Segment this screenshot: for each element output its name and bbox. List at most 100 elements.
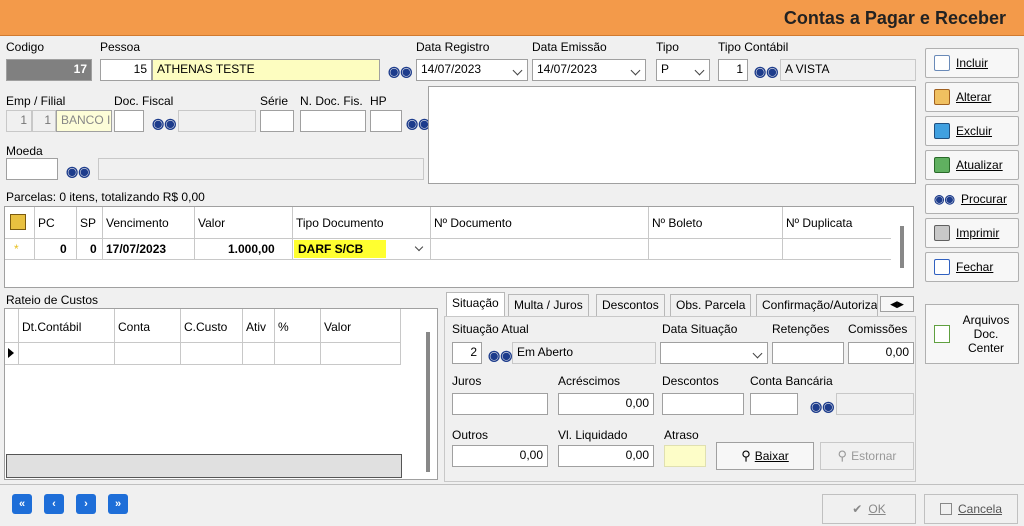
tab-confirmacao[interactable]: Confirmação/Autoriza [756,294,878,316]
moeda-field[interactable] [6,158,58,180]
hp-field[interactable] [370,110,402,132]
serie-field[interactable] [260,110,294,132]
binoculars-icon[interactable]: ◉◉ [388,64,412,78]
estornar-button[interactable]: ⚲ Estornar [820,442,914,470]
tipo-contabil-id-field[interactable]: 1 [718,59,748,81]
unlock-icon: ⚲ [837,448,848,463]
cancel-icon [939,503,952,515]
atualizar-label: Atualizar [956,158,1003,172]
situacao-atual-label: Situação Atual [452,322,529,336]
cancela-button[interactable]: Cancela [924,494,1018,524]
binoculars-icon[interactable]: ◉◉ [66,164,90,178]
check-icon: ✔ [852,502,863,516]
binoculars-icon[interactable]: ◉◉ [488,348,512,362]
comissoes-field[interactable]: 0,00 [848,342,914,364]
tab-multa-juros[interactable]: Multa / Juros [508,294,589,316]
baixar-label: Baixar [754,449,789,463]
observacoes-textarea[interactable] [428,86,916,184]
moeda-label: Moeda [6,144,43,158]
pessoa-id-field[interactable]: 15 [100,59,152,81]
descontos-label: Descontos [662,374,719,388]
ok-label: OK [868,502,886,516]
row-valor[interactable]: 1.000,00 [228,242,275,256]
vl-liquidado-field[interactable]: 0,00 [558,445,654,467]
row-indicator-icon [8,348,14,358]
col-vencimento: Vencimento [106,216,169,230]
col-percent: % [278,320,289,334]
new-row-icon: * [14,242,19,256]
tab-situacao[interactable]: Situação [446,292,505,316]
row-pc[interactable]: 0 [60,242,67,256]
arquivos-doc-center-button[interactable]: Arquivos Doc. Center [925,304,1019,364]
doc-fiscal-field[interactable] [114,110,144,132]
tab-descontos[interactable]: Descontos [596,294,665,316]
col-pc: PC [38,216,55,230]
codigo-field[interactable]: 17 [6,59,92,81]
data-registro-field[interactable]: 14/07/2023 [416,59,528,81]
delete-icon [934,123,950,139]
arquivos-label: Arquivos Doc. Center [962,313,1010,355]
upload-document-icon [934,325,950,343]
col-n-documento: Nº Documento [434,216,512,230]
juros-label: Juros [452,374,482,388]
procurar-button[interactable]: ◉◉ Procurar [925,184,1019,214]
scrollbar[interactable] [900,226,904,268]
acrescimos-field[interactable]: 0,00 [558,393,654,415]
data-emissao-label: Data Emissão [532,40,607,54]
printer-icon[interactable] [10,214,26,230]
pessoa-label: Pessoa [100,40,141,54]
serie-label: Série [260,94,289,108]
scrollbar[interactable] [426,332,430,472]
doc-fiscal-label: Doc. Fiscal [114,94,174,108]
binoculars-icon[interactable]: ◉◉ [810,399,834,413]
incluir-label: Incluir [956,56,989,70]
filial-field[interactable]: 1 [32,110,56,132]
col-dt-contabil: Dt.Contábil [22,320,82,334]
atualizar-button[interactable]: Atualizar [925,150,1019,180]
binoculars-icon[interactable]: ◉◉ [152,116,176,130]
retencoes-field[interactable] [772,342,844,364]
title-bar: Contas a Pagar e Receber [0,0,1024,36]
incluir-button[interactable]: Incluir [925,48,1019,78]
outros-label: Outros [452,428,489,442]
data-situacao-field[interactable] [660,342,768,364]
juros-field[interactable] [452,393,548,415]
emp-field[interactable]: 1 [6,110,32,132]
vl-liquidado-label: Vl. Liquidado [558,428,628,442]
next-record-button[interactable]: › [76,494,96,514]
col-valor-rateio: Valor [324,320,352,334]
excluir-button[interactable]: Excluir [925,116,1019,146]
row-sp[interactable]: 0 [90,242,97,256]
col-sp: SP [80,216,97,230]
col-c-custo: C.Custo [184,320,228,334]
data-registro-label: Data Registro [416,40,490,54]
n-doc-fiscal-field[interactable] [300,110,366,132]
data-emissao-field[interactable]: 14/07/2023 [532,59,646,81]
row-vencimento[interactable]: 17/07/2023 [106,242,166,256]
previous-record-button[interactable]: ‹ [44,494,64,514]
tab-scroll-arrows[interactable]: ◀▶ [880,296,914,312]
last-record-button[interactable]: » [108,494,128,514]
edit-icon [934,89,950,105]
situacao-nome-field: Em Aberto [512,342,656,364]
filial-nome-field: BANCO I [56,110,112,132]
row-tipo-documento[interactable]: DARF S/CB [294,240,386,258]
binoculars-icon[interactable]: ◉◉ [754,64,778,78]
binoculars-icon[interactable]: ◉◉ [406,116,430,130]
baixar-button[interactable]: ⚲ Baixar [716,442,814,470]
ok-button[interactable]: ✔ OK [822,494,916,524]
tab-obs-parcela[interactable]: Obs. Parcela [670,294,752,316]
tipo-select[interactable]: P [656,59,710,81]
alterar-button[interactable]: Alterar [925,82,1019,112]
descontos-field[interactable] [662,393,744,415]
excluir-label: Excluir [956,124,993,138]
col-conta: Conta [118,320,151,334]
conta-bancaria-field[interactable] [750,393,798,415]
fechar-button[interactable]: Fechar [925,252,1019,282]
outros-field[interactable]: 0,00 [452,445,548,467]
imprimir-button[interactable]: Imprimir [925,218,1019,248]
pessoa-nome-field[interactable]: ATHENAS TESTE [152,59,380,81]
situacao-id-field[interactable]: 2 [452,342,482,364]
retencoes-label: Retenções [772,322,830,336]
first-record-button[interactable]: « [12,494,32,514]
